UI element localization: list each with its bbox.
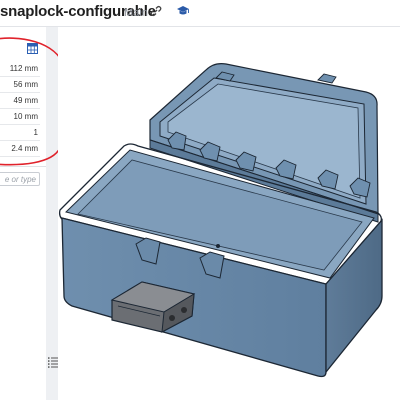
search-input[interactable]: e or type [0, 172, 40, 186]
graduation-cap-icon[interactable] [176, 5, 190, 17]
document-header: snaplock-configurable Main [0, 0, 400, 27]
cad-window: snaplock-configurable Main 112 mm 56 mm … [0, 0, 400, 400]
3d-viewport[interactable] [58, 27, 400, 400]
snaplock-box-model[interactable] [58, 27, 400, 400]
link-icon[interactable] [150, 5, 162, 17]
workspace-label[interactable]: Main [124, 7, 148, 19]
